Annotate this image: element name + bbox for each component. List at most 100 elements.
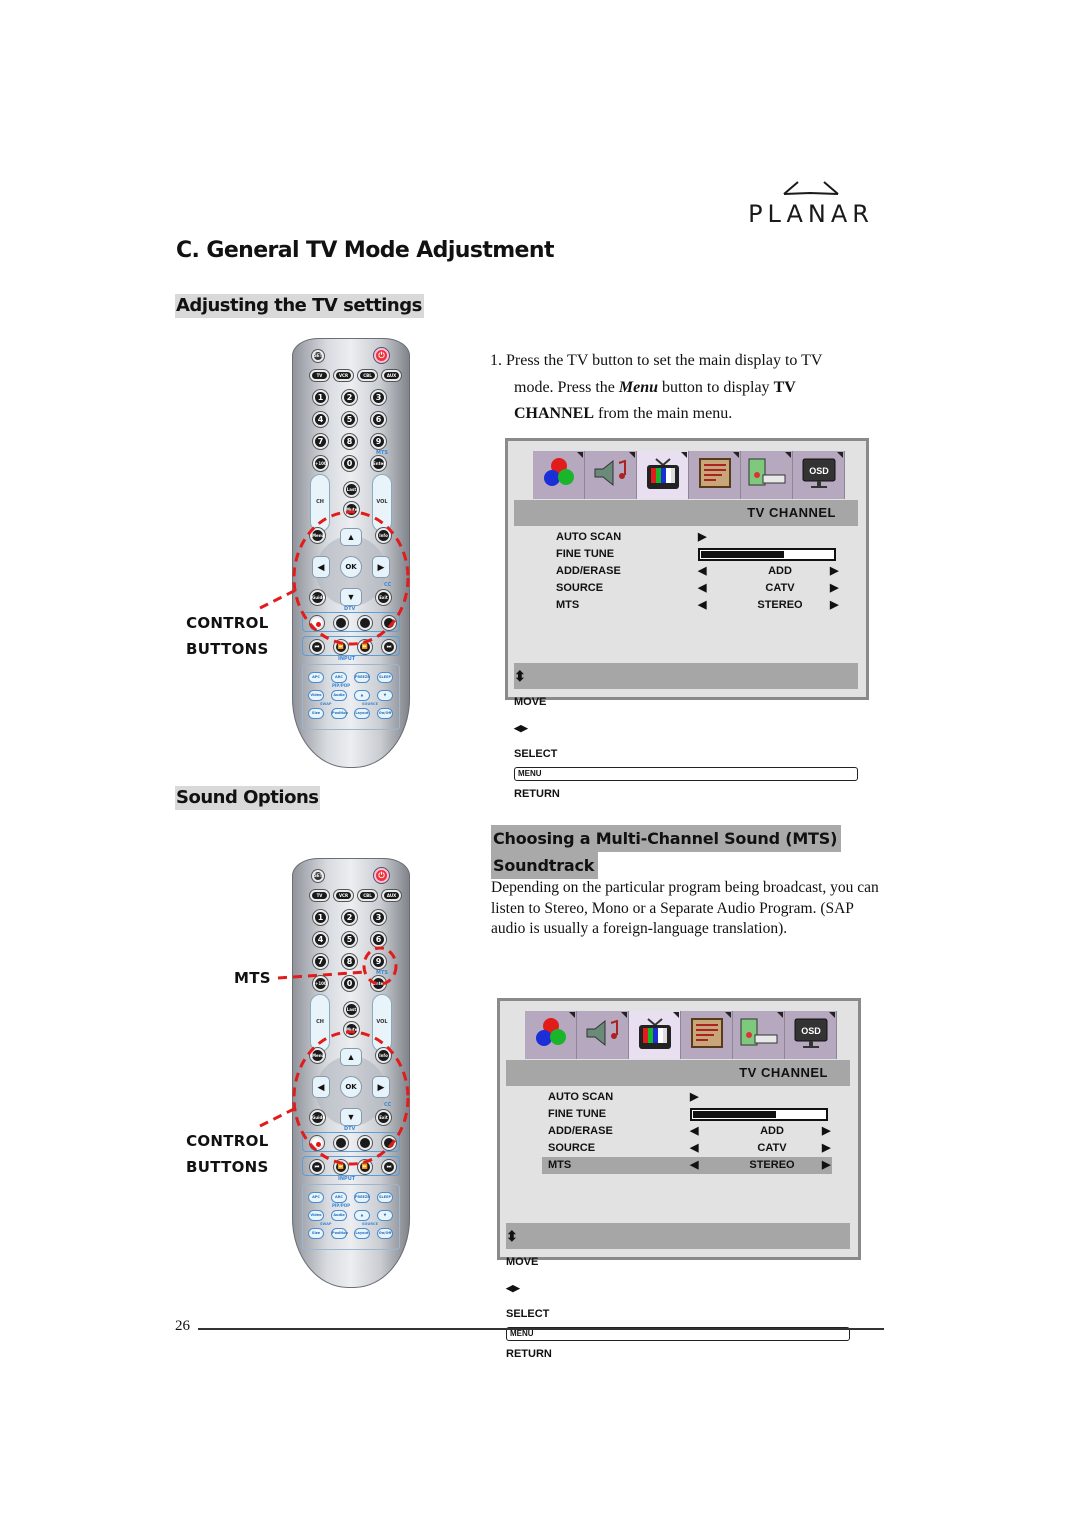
right-arrow-icon: ▶ [830,599,839,611]
volume-rocker: VOL [372,994,392,1052]
digit-button-1: 1 [313,390,328,405]
record-icon [310,1136,324,1150]
remote-key-5: Audio [331,690,347,701]
audio-icon [583,1015,623,1056]
setup-icon [689,1016,725,1055]
left-arrow-icon: ◀ [690,1125,699,1137]
pip-pop-label: PIP/POP [332,1203,351,1208]
remote-key-10: Layout [354,1228,370,1239]
osd-row-label: MTS [548,1159,572,1171]
audio-icon [591,455,631,496]
remote-key-6: ▲ [354,1210,370,1221]
osd-row-add-erase: ADD/ERASE ◀ ADD ▶ [542,1123,832,1140]
remote-key-9: Position [331,1228,348,1239]
remote-key-8: Size [308,1228,324,1239]
left-right-arrow-icon: ◀▶ [506,1283,520,1293]
footer-select: SELECT [514,748,558,760]
stop-icon [382,1136,396,1150]
prev-icon: ⏮ [310,1160,324,1174]
digit-button-8: 8 [342,434,357,449]
digit-button-5: 5 [342,412,357,427]
digit-button-6: 6 [371,412,386,427]
input-label: INPUT [338,1176,356,1182]
remote-key-7: ▼ [377,1210,393,1221]
digit-button-3: 3 [371,910,386,925]
osd-row-auto-scan: AUTO SCAN ▶ [550,529,840,546]
osd-tab-color [525,1011,577,1059]
right-arrow-icon: ▶ [372,1076,390,1098]
down-arrow-icon: ▼ [340,1108,362,1126]
osd-row-value: CATV [757,1142,787,1154]
digit-button-3: 3 [371,390,386,405]
osd-tab-tv [629,1011,681,1059]
remote-key-2: FREEZE [354,672,370,683]
osd-footer: ⬍ MOVE ◀▶ SELECT MENU RETURN [514,663,858,800]
digit-button-9: 9 [371,434,386,449]
remote-key-9: Position [331,708,348,719]
osd-tab-tv [637,451,689,499]
tv-icon [644,455,682,496]
rewind-icon: ⏪ [334,1160,348,1174]
planar-logo-mark-icon [783,181,839,195]
osd-row-label: SOURCE [548,1142,596,1154]
digit-button-1: 1 [313,910,328,925]
planar-wordmark: PLANAR [748,200,874,228]
footer-move: MOVE [506,1256,539,1268]
forward-icon: ⏩ [358,640,372,654]
remote-key-3: SLEEP [377,672,393,683]
callout-leader-2 [259,1106,297,1128]
up-arrow-icon: ▲ [340,528,362,546]
menu-button: Menu [310,528,325,543]
osd-row-value: STEREO [757,599,803,611]
osd-icon: OSD [799,455,839,496]
remote-key-8: Size [308,708,324,719]
exit-button: Exit [376,1110,391,1125]
stop-icon [382,616,396,630]
osd-row-label: ADD/ERASE [548,1125,613,1137]
remote-key-1: ARC [331,672,347,683]
digit-button-5: 5 [342,932,357,947]
mute-button: Mute [344,502,359,517]
play-icon [358,616,372,630]
osd-row-source: SOURCE ◀ CATV ▶ [542,1140,832,1157]
section-heading-sound-options: Sound Options [175,786,321,810]
digit-button-2: 2 [342,910,357,925]
remote-key-5: Audio [331,1210,347,1221]
osd-row-label: AUTO SCAN [548,1091,614,1103]
set-button: SET [312,350,324,362]
remote-key-4: Video [308,690,324,701]
osd-row-label: FINE TUNE [548,1108,607,1120]
osd-tab-bar: OSD [533,451,845,499]
footer-return: RETURN [514,788,560,800]
channel-rocker: CH [310,994,330,1052]
set-button: SET [312,870,324,882]
guide-button: Guide [310,590,325,605]
pause-icon [334,1136,348,1150]
osd-row-mts: MTS ◀ STEREO ▶ [550,597,840,614]
osd-tab-audio [577,1011,629,1059]
mode-button-aux: AUX [382,370,401,381]
digit-button-9: 9 [371,954,386,969]
step-1-instructions: 1. Press the TV button to set the main d… [490,352,823,422]
mute-button: Mute [344,1022,359,1037]
footer-move: MOVE [514,696,547,708]
mts-description: Depending on the particular program bein… [491,879,879,937]
swap-label: SWAP [320,702,332,706]
fine-tune-fill [701,551,785,558]
record-icon [310,616,324,630]
svg-text:OSD: OSD [801,1026,821,1036]
mode-button-aux: AUX [382,890,401,901]
info-button: Info [376,528,391,543]
osd-tab-setup [689,451,741,499]
menu-keyword: Menu [618,378,658,396]
remote-key-1: ARC [331,1192,347,1203]
osd-row-fine-tune: FINE TUNE [550,546,840,563]
remote-key-11: On/Off [377,708,393,719]
digit-button-6: 6 [371,932,386,947]
left-arrow-icon: ◀ [698,582,707,594]
forward-icon: ⏩ [358,1160,372,1174]
source-label: SOURCE [362,1222,378,1226]
right-arrow-icon: ▶ [822,1142,831,1154]
osd-tab-osd: OSD [785,1011,837,1059]
osd-row-label: SOURCE [556,582,604,594]
